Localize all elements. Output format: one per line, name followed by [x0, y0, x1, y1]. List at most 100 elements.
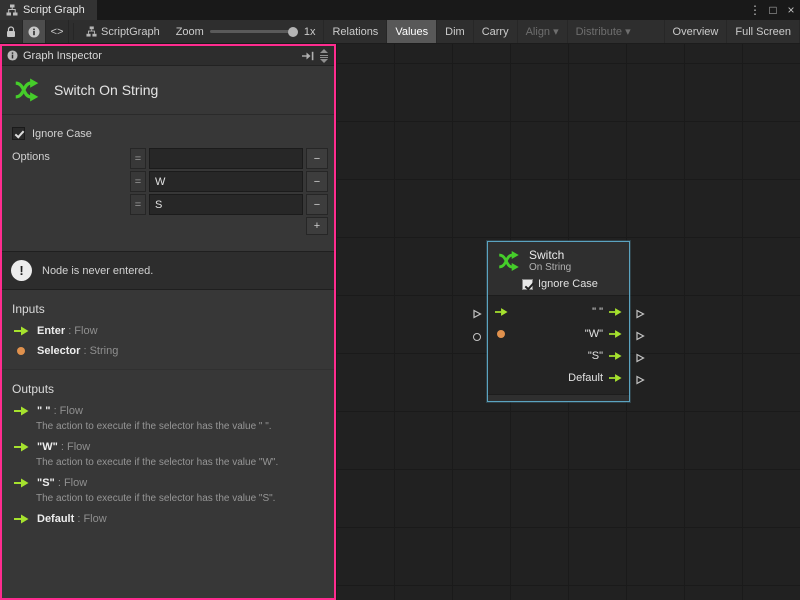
flow-arrow-icon [14, 478, 29, 488]
zoom-slider-track [210, 30, 298, 33]
ignore-case-row: Ignore Case [12, 127, 324, 140]
scroll-widget-icon[interactable] [319, 49, 329, 63]
maximize-icon[interactable]: □ [764, 3, 782, 17]
enter-port-connector[interactable] [472, 309, 482, 319]
node-port-row: "W" [488, 323, 629, 345]
warning-banner: ! Node is never entered. [2, 251, 334, 290]
chevron-down-icon: ▾ [625, 25, 631, 38]
tab-script-graph[interactable]: Script Graph [0, 0, 97, 20]
inspector-toggle-button[interactable] [23, 20, 46, 43]
flow-output-port[interactable] [609, 329, 622, 339]
graph-inspector-title: Graph Inspector [23, 50, 102, 62]
warning-text: Node is never entered. [42, 265, 153, 277]
drag-handle-icon[interactable]: = [130, 171, 146, 192]
flow-input-port[interactable] [495, 307, 508, 317]
input-port-row: Enter : Flow [2, 321, 334, 341]
window-controls: ⋮ □ × [746, 0, 800, 20]
output-port-connector[interactable] [635, 375, 645, 385]
remove-option-button[interactable]: − [306, 194, 328, 215]
window-menu-icon[interactable]: ⋮ [746, 3, 764, 17]
graph-name-label: ScriptGraph [101, 26, 160, 38]
selector-input-port[interactable] [497, 330, 505, 338]
tab-title: Script Graph [23, 4, 85, 16]
node-port-area: " " "W" "S" [488, 296, 629, 394]
titlebar: Script Graph ⋮ □ × [0, 0, 800, 20]
graph-breadcrumb[interactable]: ScriptGraph [78, 20, 168, 43]
node-footer [488, 394, 629, 401]
drag-handle-icon[interactable]: = [130, 148, 146, 169]
values-button[interactable]: Values [386, 20, 436, 43]
code-view-button[interactable]: <> [46, 20, 69, 43]
flow-arrow-icon [14, 514, 29, 524]
output-port-connector[interactable] [635, 331, 645, 341]
zoom-value: 1x [304, 26, 316, 38]
info-icon [7, 50, 18, 61]
node-output-label: " " [592, 306, 603, 318]
output-port-connector[interactable] [635, 309, 645, 319]
chevron-down-icon: ▾ [553, 25, 559, 38]
node-title-section: Switch On String [2, 66, 334, 115]
close-icon[interactable]: × [782, 3, 800, 17]
flow-arrow-icon [14, 406, 29, 416]
output-port-row: "S" : Flow [2, 473, 334, 493]
graph-canvas[interactable]: Switch On String Ignore Case " " [336, 44, 800, 600]
value-port-icon [17, 347, 25, 355]
graph-inspector-panel: Graph Inspector Switch On String Ignore … [0, 44, 336, 600]
option-input-0[interactable] [149, 148, 303, 169]
switch-node-wrapper: Switch On String Ignore Case " " [487, 241, 630, 402]
dim-button[interactable]: Dim [436, 20, 473, 43]
inspected-node-title: Switch On String [54, 82, 158, 98]
carry-button[interactable]: Carry [473, 20, 517, 43]
node-title: Switch [529, 249, 571, 262]
outputs-header: Outputs [2, 369, 334, 401]
lock-button[interactable] [0, 20, 23, 43]
add-option-button[interactable]: + [306, 217, 328, 235]
output-port-row: Default : Flow [2, 509, 334, 529]
output-port-row: " " : Flow [2, 401, 334, 421]
graph-toolbar: <> ScriptGraph Zoom 1x Relations Values … [0, 20, 800, 44]
flow-output-port[interactable] [609, 307, 622, 317]
info-icon [28, 26, 40, 38]
remove-option-button[interactable]: − [306, 171, 328, 192]
node-output-label: Default [568, 372, 603, 384]
node-ignore-case-label: Ignore Case [538, 278, 598, 290]
switch-on-string-node[interactable]: Switch On String Ignore Case " " [487, 241, 630, 402]
flow-output-port[interactable] [609, 351, 622, 361]
overview-button[interactable]: Overview [664, 20, 727, 43]
node-header[interactable]: Switch On String Ignore Case [488, 242, 629, 296]
switch-node-icon [12, 75, 42, 105]
output-port-row: "W" : Flow [2, 437, 334, 457]
warning-icon: ! [11, 260, 32, 281]
selector-port-connector[interactable] [473, 333, 481, 341]
node-port-row: Default [488, 367, 629, 389]
graph-inspector-header: Graph Inspector [2, 46, 334, 66]
drag-handle-icon[interactable]: = [130, 194, 146, 215]
port-description: The action to execute if the selector ha… [2, 493, 334, 509]
zoom-label: Zoom [176, 26, 204, 38]
node-output-label: "S" [588, 350, 603, 362]
lock-icon [6, 26, 16, 38]
ignore-case-checkbox[interactable] [12, 127, 25, 140]
code-icon: <> [51, 26, 64, 38]
options-block: Options = − = − = − [12, 148, 324, 235]
distribute-dropdown[interactable]: Distribute▾ [567, 20, 639, 43]
node-port-row: " " [488, 301, 629, 323]
inputs-header: Inputs [2, 290, 334, 321]
flow-arrow-icon [14, 326, 29, 336]
align-dropdown[interactable]: Align▾ [517, 20, 567, 43]
port-description: The action to execute if the selector ha… [2, 421, 334, 437]
option-input-1[interactable] [149, 171, 303, 192]
option-row: = − [130, 171, 328, 192]
port-description: The action to execute if the selector ha… [2, 457, 334, 473]
remove-option-button[interactable]: − [306, 148, 328, 169]
fullscreen-button[interactable]: Full Screen [726, 20, 800, 43]
option-row: = − [130, 194, 328, 215]
dock-icon[interactable] [302, 51, 314, 61]
option-input-2[interactable] [149, 194, 303, 215]
output-port-connector[interactable] [635, 353, 645, 363]
zoom-slider-knob[interactable] [288, 27, 298, 37]
zoom-slider[interactable] [210, 25, 298, 39]
node-ignore-case-checkbox[interactable] [522, 279, 533, 290]
flow-output-port[interactable] [609, 373, 622, 383]
relations-button[interactable]: Relations [323, 20, 386, 43]
